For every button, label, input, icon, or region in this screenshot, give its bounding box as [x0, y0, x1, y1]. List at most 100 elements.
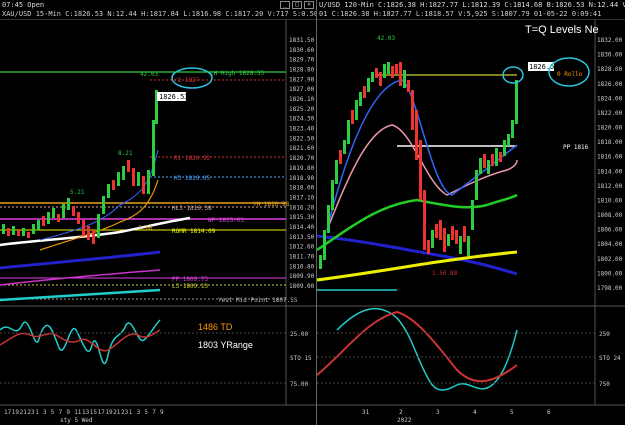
- x-axis-tick: 9: [160, 409, 164, 416]
- x-axis-tick: 6: [547, 409, 551, 416]
- x-axis-tick: 23: [121, 409, 129, 416]
- y-axis-tick: 1829.70: [289, 57, 315, 64]
- y-axis-tick: 1814.00: [597, 168, 623, 175]
- y-axis-tick: 1815.30: [289, 214, 315, 221]
- y-axis-tick: 1818.00: [289, 185, 315, 192]
- y-axis-tick: 1822.50: [289, 135, 315, 142]
- y-axis-tick: 1828.80: [289, 67, 315, 74]
- x-axis-tick: 2: [399, 409, 403, 416]
- y-axis-tick: 1811.70: [289, 253, 315, 260]
- x-axis-tick: 3: [43, 409, 47, 416]
- y-axis-tick: 1826.00: [597, 81, 623, 88]
- osc-tick-250: 250: [599, 331, 610, 338]
- x-axis-tick: 19: [105, 409, 113, 416]
- label-v3: 5.21: [70, 189, 85, 196]
- osc-label-td: 1486 TD: [198, 322, 233, 332]
- y-axis-tick: 1830.00: [597, 52, 623, 59]
- chart-window-xauusd-120min[interactable]: U/USD 120-Min C:1826.38 H:1827.77 L:1812…: [316, 0, 625, 425]
- osc-tick-sto: STO 24: [599, 355, 621, 362]
- x-axis-tick: 5: [51, 409, 55, 416]
- label-romr: ROMR 1814.09: [172, 228, 216, 235]
- x-axis-tick: 21: [20, 409, 28, 416]
- y-axis-tick: 1816.00: [597, 154, 623, 161]
- y-axis-tick: 1831.50: [289, 37, 315, 44]
- y-axis-tick: 1809.90: [289, 273, 315, 280]
- x-axis-date: 2022: [397, 417, 412, 424]
- current-price-box: 1826.53: [529, 63, 559, 71]
- y-axis-tick: 1800.00: [597, 270, 623, 277]
- label-yest-mid: Yest Mid Point 1807.55: [218, 297, 298, 304]
- y-axis-tick: 1813.50: [289, 234, 315, 241]
- y-axis-tick: 1817.10: [289, 194, 315, 201]
- y-axis-tick: 1816.20: [289, 204, 315, 211]
- y-axis-tick: 1825.20: [289, 106, 315, 113]
- y-axis-tick: 1823.40: [289, 126, 315, 133]
- y-axis-tick: 1832.00: [597, 37, 623, 44]
- label-v1: 42.03: [140, 71, 158, 78]
- x-axis-tick: 13: [82, 409, 90, 416]
- x-axis-tick: 5: [510, 409, 514, 416]
- chart-window-xauusd-15min[interactable]: 07:45 Open XAU/USD 15-Min C:1826.53 N:12…: [0, 0, 316, 425]
- candlesticks: [319, 62, 518, 269]
- y-axis-tick: 1830.60: [289, 47, 315, 54]
- y-axis-tick: 1798.00: [597, 285, 623, 292]
- osc-tick-25: 25.00: [290, 331, 308, 338]
- label-low: 1.50.88: [432, 270, 458, 277]
- y-axis-tick: 1806.00: [597, 227, 623, 234]
- x-axis-tick: 1: [35, 409, 39, 416]
- x-axis-tick: 7: [152, 409, 156, 416]
- label-wp: WP 1815.03: [208, 217, 245, 224]
- y-axis-tick: 1812.60: [289, 244, 315, 251]
- x-axis-tick: 3: [137, 409, 141, 416]
- x-axis-tick: 11: [74, 409, 82, 416]
- label-lh-high: LH High 1828.55: [210, 70, 265, 77]
- osc-tick-750: 750: [599, 381, 610, 388]
- label-r1: R1 1820.92: [174, 155, 211, 162]
- osc-label-yrange: 1803 YRange: [198, 340, 253, 350]
- x-axis-tick: 9: [66, 409, 70, 416]
- x-axis-tick: 17: [98, 409, 106, 416]
- x-axis-date: sty 5 Wed: [60, 417, 93, 424]
- y-axis-tick: 1827.00: [289, 86, 315, 93]
- label-hl3: HL3 1816.38: [172, 205, 212, 212]
- chart-heading: T=Q Levels Ne: [525, 24, 599, 36]
- y-axis-tick: 1827.90: [289, 76, 315, 83]
- y-axis-tick: 1819.80: [289, 165, 315, 172]
- y-axis-tick: 1804.00: [597, 241, 623, 248]
- osc-tick-75: 75.00: [290, 381, 308, 388]
- y-axis-tick: 1824.30: [289, 116, 315, 123]
- label-v42: 42.03: [377, 35, 395, 42]
- x-axis-tick: 5: [144, 409, 148, 416]
- y-axis-tick: 1826.10: [289, 96, 315, 103]
- y-axis-tick: 1814.40: [289, 224, 315, 231]
- x-axis-tick: 7: [59, 409, 63, 416]
- label-rollo: 0 Rollo: [557, 71, 583, 78]
- candlesticks: [2, 90, 158, 244]
- x-axis-ticks: 17 19 21 23 1 3 5 7 9 11 13 15 17 19 21 23 1 3 5 7 9: [4, 409, 164, 416]
- price-chart-left[interactable]: 1826.53 LH High 1828.55 r2 1827 R1 1820.…: [0, 0, 316, 425]
- x-axis-tick: 4: [473, 409, 477, 416]
- y-axis-tick: 1822.00: [597, 110, 623, 117]
- y-axis-tick: 1802.00: [597, 256, 623, 263]
- y-axis-ticks: 1832.00 1830.00 1828.00 1826.00 1824.00 1822.…: [597, 37, 623, 292]
- y-axis-tick: 1810.80: [289, 263, 315, 270]
- label-v2: 8.21: [118, 150, 133, 157]
- label-v4: 3.66: [138, 225, 153, 232]
- y-axis-tick: 1818.90: [289, 175, 315, 182]
- x-axis-tick: 1: [129, 409, 133, 416]
- x-axis-tick: 15: [90, 409, 98, 416]
- price-chart-right[interactable]: 1826.53 42.03 PP 1816 1.50.88 0 Rollo 18…: [317, 0, 625, 425]
- y-axis-tick: 1810.00: [597, 197, 623, 204]
- osc-tick-sto: STO 15: [290, 355, 312, 362]
- y-axis-tick: 1820.70: [289, 155, 315, 162]
- label-l3: L3 1809.13: [172, 283, 209, 290]
- y-axis-tick: 1824.00: [597, 95, 623, 102]
- x-axis-tick: 19: [12, 409, 20, 416]
- y-axis-tick: 1821.60: [289, 145, 315, 152]
- y-axis-tick: 1818.00: [597, 139, 623, 146]
- current-price-box: 1826.53: [159, 93, 189, 101]
- y-axis-ticks: 1831.50 1830.60 1829.70 1828.80 1827.90 1827.…: [289, 37, 315, 290]
- x-axis-tick: 3: [436, 409, 440, 416]
- y-axis-tick: 1820.00: [597, 125, 623, 132]
- x-axis-tick: 21: [113, 409, 121, 416]
